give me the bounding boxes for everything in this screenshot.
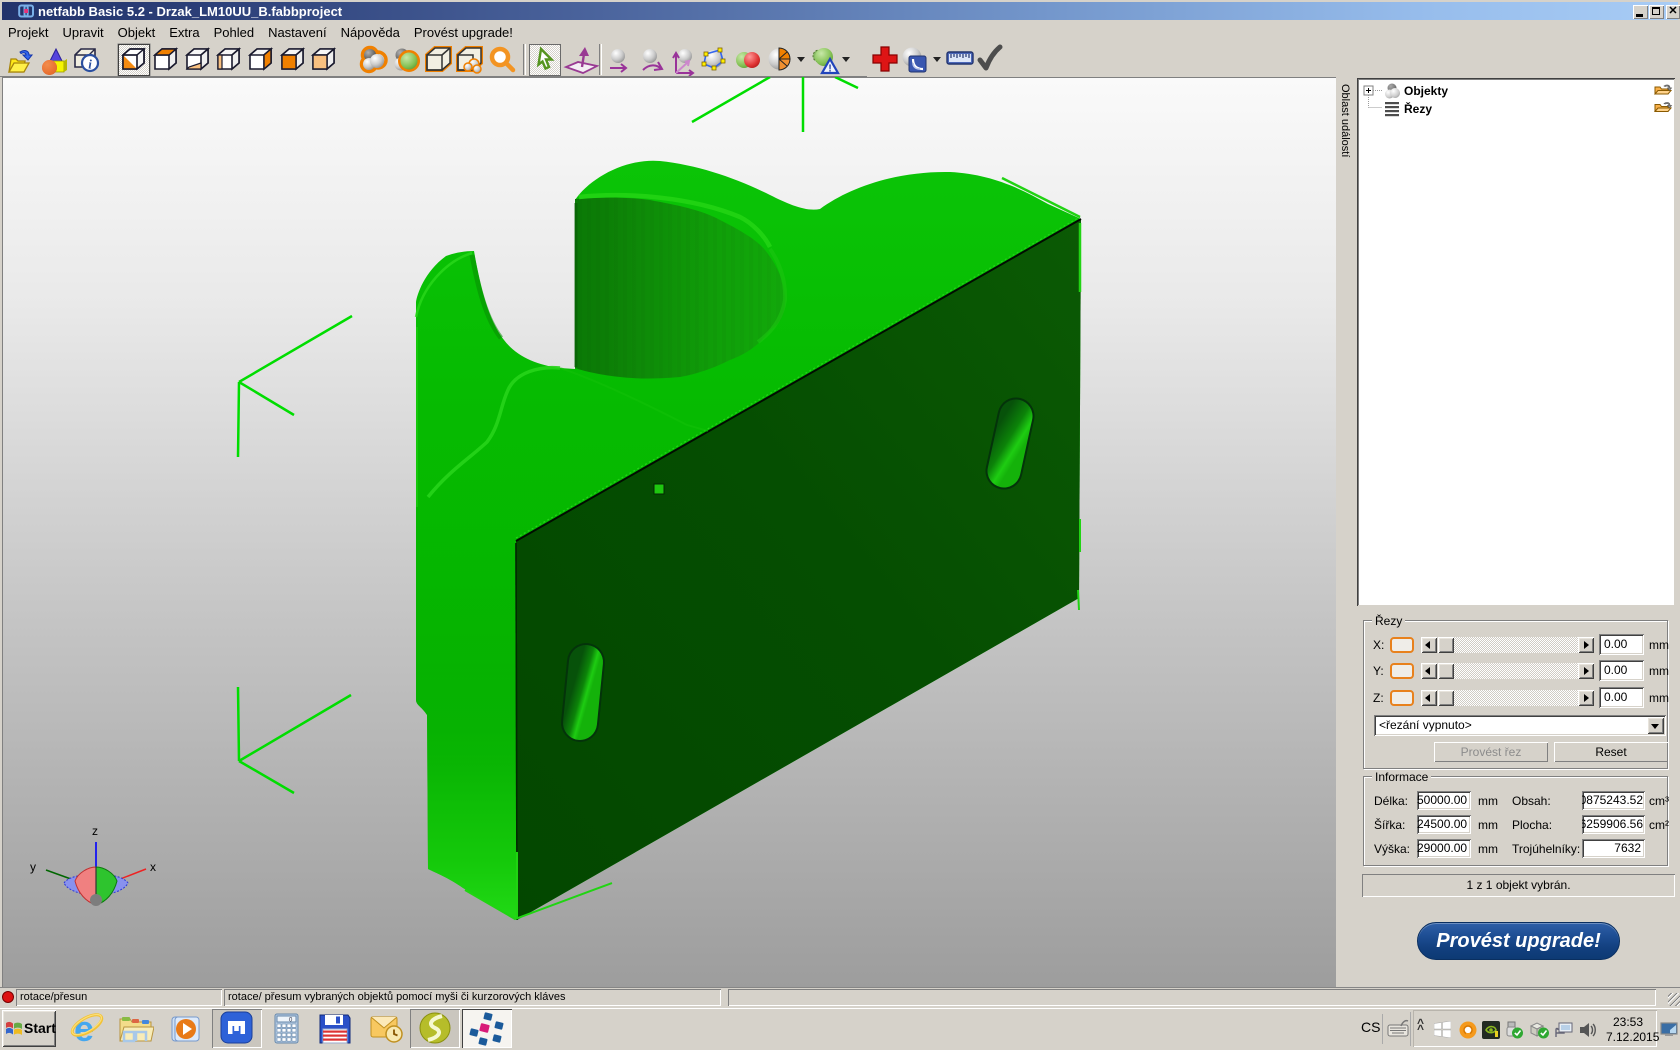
svg-text:i: i xyxy=(88,57,92,72)
svg-text:y: y xyxy=(30,860,36,874)
svg-text:z: z xyxy=(92,824,98,838)
svg-text:!: ! xyxy=(828,64,831,75)
svg-text:x: x xyxy=(150,860,156,874)
